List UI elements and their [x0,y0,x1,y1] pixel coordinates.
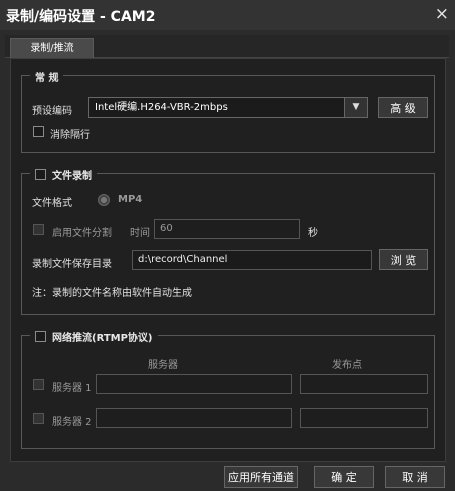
dropdown-arrow-icon[interactable]: ▼ [344,98,367,117]
format-label: 文件格式 [32,198,72,209]
settings-panel: 常 规 预设编码 Intel硬编.H264-VBR-2mbps ▼ 高 级 消除… [10,58,446,462]
server-column-header: 服务器 [148,360,178,371]
publish2-input[interactable] [300,408,428,428]
rtmp-legend: 网络推流(RTMP协议) [30,329,158,344]
advanced-button[interactable]: 高 级 [378,97,428,118]
time-unit: 秒 [308,228,318,239]
preset-value: Intel硬编.H264-VBR-2mbps [95,102,228,113]
ok-button[interactable]: 确 定 [314,466,374,488]
publish1-input[interactable] [300,374,428,394]
file-record-legend: 文件录制 [30,167,97,182]
deinterlace-label: 消除隔行 [50,130,90,141]
preset-label: 预设编码 [32,106,72,117]
format-value: MP4 [118,194,143,205]
cancel-button[interactable]: 取 消 [385,466,445,488]
browse-button[interactable]: 浏 览 [379,249,428,270]
tab-record-stream[interactable]: 录制/推流 [10,38,94,59]
publish-column-header: 发布点 [332,360,362,371]
apply-all-button[interactable]: 应用所有通道 [224,466,298,488]
dir-input[interactable]: d:\record\Channel [132,250,372,270]
preset-select[interactable]: Intel硬编.H264-VBR-2mbps ▼ [88,97,368,118]
general-group: 常 规 预设编码 Intel硬编.H264-VBR-2mbps ▼ 高 级 消除… [21,69,435,153]
split-checkbox[interactable] [33,224,44,235]
rtmp-checkbox[interactable] [35,331,46,342]
server1-label: 服务器 1 [52,383,92,394]
close-icon[interactable]: × [435,4,449,24]
rtmp-group: 网络推流(RTMP协议) 服务器 发布点 服务器 1 服务器 2 [21,329,435,449]
tab-bar: 录制/推流 [5,35,449,59]
file-record-legend-label: 文件录制 [52,171,92,182]
rtmp-legend-label: 网络推流(RTMP协议) [52,333,153,344]
server2-checkbox[interactable] [33,413,44,424]
server1-input[interactable] [96,374,292,394]
mp4-radio[interactable] [98,194,110,206]
time-label: 时间 [130,228,150,239]
general-legend: 常 规 [30,69,64,84]
time-input[interactable]: 60 [154,219,300,239]
record-note: 注：录制的文件名称由软件自动生成 [32,288,192,299]
split-label: 启用文件分割 [52,228,112,239]
dir-label: 录制文件保存目录 [32,259,112,270]
title-bar: 录制/编码设置 - CAM2 × [0,0,455,30]
file-record-group: 文件录制 文件格式 MP4 启用文件分割 时间 60 秒 录制文件保存目录 d:… [21,167,435,315]
file-record-checkbox[interactable] [35,169,46,180]
server2-label: 服务器 2 [52,417,92,428]
deinterlace-checkbox[interactable] [33,126,44,137]
server2-input[interactable] [96,408,292,428]
window-title: 录制/编码设置 - CAM2 [6,9,156,25]
server1-checkbox[interactable] [33,379,44,390]
